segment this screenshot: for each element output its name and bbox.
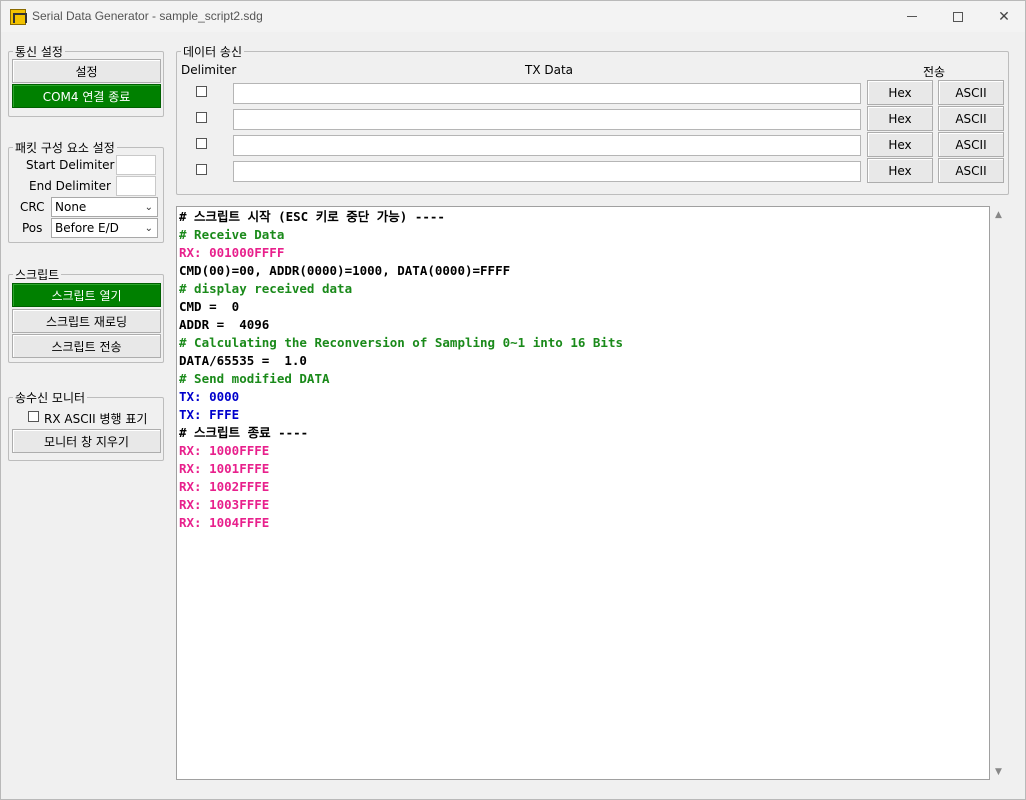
console-line: # Calculating the Reconversion of Sampli… — [179, 335, 624, 350]
send-hex-button[interactable]: Hex — [867, 158, 933, 183]
start-delimiter-input[interactable] — [116, 155, 156, 175]
console-line: # Send modified DATA — [179, 371, 330, 386]
console-line: RX: 1004FFFE — [179, 515, 270, 530]
tx-data-legend: 데이터 송신 — [183, 45, 243, 59]
delimiter-checkbox[interactable] — [196, 112, 207, 123]
tx-data-input[interactable] — [233, 83, 861, 104]
close-icon: ✕ — [998, 8, 1010, 25]
scroll-down-icon[interactable]: ▼ — [990, 763, 1007, 780]
comm-settings-legend: 통신 설정 — [15, 45, 63, 59]
end-delimiter-label: End Delimiter — [29, 179, 111, 193]
console-line: DATA/65535 = 1.0 — [179, 353, 307, 368]
tx-data-input[interactable] — [233, 161, 861, 182]
crc-label: CRC — [20, 200, 45, 214]
minimize-button[interactable] — [889, 1, 935, 32]
window-title: Serial Data Generator - sample_script2.s… — [32, 9, 263, 23]
chevron-down-icon: ⌄ — [144, 223, 153, 234]
title-bar: Serial Data Generator - sample_script2.s… — [1, 1, 1025, 32]
close-button[interactable]: ✕ — [981, 1, 1026, 32]
console-line: # Receive Data — [179, 227, 285, 242]
delimiter-checkbox[interactable] — [196, 164, 207, 175]
send-ascii-button[interactable]: ASCII — [938, 106, 1004, 131]
app-window: Serial Data Generator - sample_script2.s… — [0, 0, 1026, 800]
open-script-button[interactable]: 스크립트 열기 — [12, 283, 161, 307]
disconnect-button[interactable]: COM4 연결 종료 — [12, 84, 161, 108]
tx-data-input[interactable] — [233, 135, 861, 156]
maximize-icon — [953, 11, 963, 22]
console-line: ADDR = 4096 — [179, 317, 270, 332]
console-line: # 스크립트 종료 ---- — [179, 425, 309, 440]
tx-data-input[interactable] — [233, 109, 861, 130]
console-line: RX: 1000FFFE — [179, 443, 270, 458]
reload-script-button[interactable]: 스크립트 재로딩 — [12, 309, 161, 333]
rx-ascii-label: RX ASCII 병행 표기 — [44, 412, 148, 426]
chevron-down-icon: ⌄ — [144, 202, 153, 213]
console-scrollbar[interactable]: ▲ ▼ — [990, 206, 1007, 780]
tx-data-header: TX Data — [525, 63, 574, 77]
console-line: TX: FFFE — [179, 407, 240, 422]
send-hex-button[interactable]: Hex — [867, 106, 933, 131]
pos-label: Pos — [22, 221, 43, 235]
console-line: CMD = 0 — [179, 299, 240, 314]
console-line: RX: 1002FFFE — [179, 479, 270, 494]
send-script-button[interactable]: 스크립트 전송 — [12, 334, 161, 358]
send-header: 전송 — [923, 65, 946, 79]
console-line: RX: 001000FFFF — [179, 245, 285, 260]
rx-ascii-checkbox[interactable] — [28, 411, 39, 422]
console-line: RX: 1001FFFE — [179, 461, 270, 476]
crc-select-value: None — [55, 200, 87, 214]
maximize-button[interactable] — [935, 1, 981, 32]
send-hex-button[interactable]: Hex — [867, 132, 933, 157]
delimiter-checkbox[interactable] — [196, 138, 207, 149]
send-ascii-button[interactable]: ASCII — [938, 132, 1004, 157]
script-legend: 스크립트 — [15, 268, 60, 282]
clear-monitor-button[interactable]: 모니터 창 지우기 — [12, 429, 161, 453]
start-delimiter-label: Start Delimiter — [26, 158, 115, 172]
console-line: # 스크립트 시작 (ESC 키로 중단 가능) ---- — [179, 209, 445, 224]
pos-select[interactable]: Before E/D ⌄ — [51, 218, 158, 238]
console-line: TX: 0000 — [179, 389, 240, 404]
app-logo-icon — [10, 9, 27, 25]
send-ascii-button[interactable]: ASCII — [938, 158, 1004, 183]
end-delimiter-input[interactable] — [116, 176, 156, 196]
console-line: CMD(00)=00, ADDR(0000)=1000, DATA(0000)=… — [179, 263, 511, 278]
crc-select[interactable]: None ⌄ — [51, 197, 158, 217]
console-line: # display received data — [179, 281, 353, 296]
packet-settings-legend: 패킷 구성 요소 설정 — [15, 141, 115, 155]
console-line: RX: 1003FFFE — [179, 497, 270, 512]
scroll-up-icon[interactable]: ▲ — [990, 206, 1007, 223]
send-ascii-button[interactable]: ASCII — [938, 80, 1004, 105]
delimiter-checkbox[interactable] — [196, 86, 207, 97]
send-hex-button[interactable]: Hex — [867, 80, 933, 105]
monitor-legend: 송수신 모니터 — [15, 391, 86, 405]
monitor-console[interactable]: # 스크립트 시작 (ESC 키로 중단 가능) ---- # Receive D… — [176, 206, 990, 780]
minimize-icon — [907, 16, 917, 17]
settings-button[interactable]: 설정 — [12, 59, 161, 83]
pos-select-value: Before E/D — [55, 221, 119, 235]
delimiter-header: Delimiter — [181, 63, 237, 77]
